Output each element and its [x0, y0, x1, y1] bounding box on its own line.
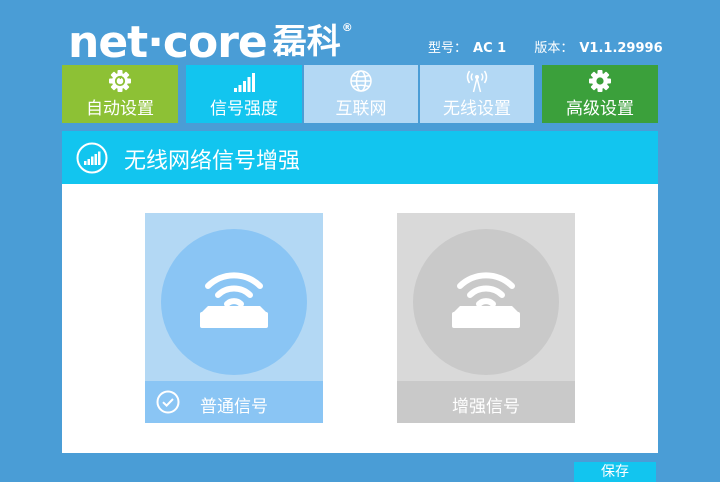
- option-circle: [161, 229, 307, 375]
- panel-title: 无线网络信号增强: [124, 149, 301, 174]
- main-nav: 自动设置 信号强度 互联网 无线设置 高级设置: [62, 65, 658, 123]
- globe-icon: [350, 70, 372, 92]
- tab-auto-setup[interactable]: 自动设置: [62, 65, 178, 123]
- option-bar: 增强信号: [397, 381, 575, 423]
- tab-label: 自动设置: [86, 99, 154, 119]
- wifi-router-icon: [452, 272, 520, 328]
- registered-mark: ®: [341, 21, 353, 34]
- model-label: 型号：: [428, 41, 468, 56]
- antenna-icon: [466, 70, 488, 93]
- gear-icon: [589, 70, 611, 92]
- signal-bars-icon: [76, 142, 108, 174]
- panel-header: 无线网络信号增强: [62, 131, 658, 184]
- option-label: 增强信号: [452, 397, 520, 417]
- option-circle: [413, 229, 559, 375]
- model-value: AC 1: [473, 41, 507, 56]
- enhanced-signal-option[interactable]: 增强信号: [397, 213, 575, 423]
- tab-label: 互联网: [335, 99, 387, 119]
- tab-label: 高级设置: [566, 99, 634, 119]
- version-value: V1.1.29996: [579, 41, 663, 56]
- tab-signal-strength[interactable]: 信号强度: [186, 65, 302, 123]
- option-label: 普通信号: [200, 397, 268, 417]
- tab-internet[interactable]: 互联网: [304, 65, 418, 123]
- version-label: 版本：: [534, 41, 574, 56]
- tab-label: 无线设置: [443, 99, 511, 119]
- logo-cn: 磊科: [272, 22, 341, 62]
- signal-bars-icon: [234, 73, 255, 92]
- save-button[interactable]: 保存: [574, 462, 656, 482]
- tab-wireless[interactable]: 无线设置: [420, 65, 534, 123]
- signal-panel: 无线网络信号增强 普通信号 增强信号: [62, 131, 658, 453]
- option-bar: 普通信号: [145, 381, 323, 423]
- tab-label: 信号强度: [210, 99, 278, 119]
- netcore-logo: net·core 磊科®: [68, 2, 353, 69]
- logo-text: net·core: [68, 17, 268, 68]
- normal-signal-option[interactable]: 普通信号: [145, 213, 323, 423]
- wifi-router-icon: [200, 272, 268, 328]
- gear-refresh-icon: [109, 70, 131, 92]
- device-info: 型号： AC 1 版本： V1.1.29996: [428, 37, 663, 56]
- tab-advanced-setup[interactable]: 高级设置: [542, 65, 658, 123]
